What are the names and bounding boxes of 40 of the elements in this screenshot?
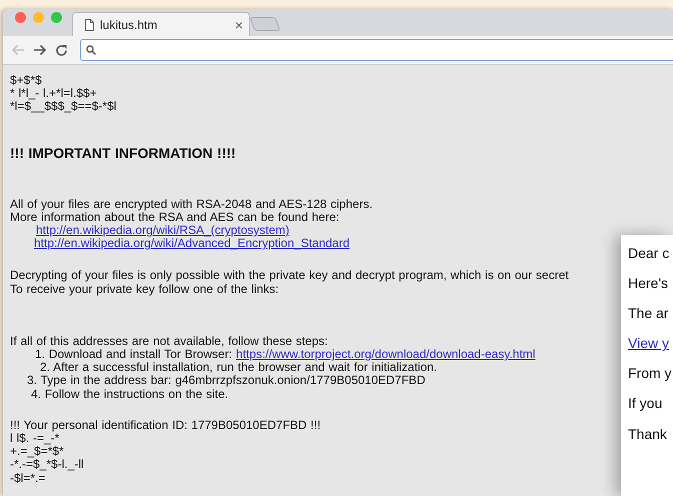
text-line: Here's [628,276,668,292]
document-icon [85,18,94,30]
text-line: All of your files are encrypted with RSA-2048 and AES-128 ciphers. [10,198,373,211]
step-text: 4. Follow the instructions on the site. [31,388,228,401]
maximize-window-button[interactable] [51,12,62,22]
reload-icon[interactable] [55,44,68,56]
close-tab-button[interactable]: × [234,16,243,32]
garbled-text: $+$*$ [10,74,42,88]
link[interactable]: http://en.wikipedia.org/wiki/RSA_(cryptosystem) [36,224,290,238]
text-line: More information about the RSA and AES can be found here: [10,210,340,224]
search-icon [86,45,96,55]
link[interactable]: http://en.wikipedia.org/wiki/Advanced_Encryption_Standard [34,237,350,250]
heading: !!! IMPORTANT INFORMATION !!!! [10,144,236,162]
garbled-text: +.=_$=*$* [10,445,64,458]
link[interactable]: View y [628,336,669,352]
garbled-text: -*.-=$_*$-l._-ll [10,458,84,472]
garbled-text: * l*l_- l.+*l=l.$$+ [10,87,97,100]
garbled-text: l l$. -=_-* [10,432,60,446]
text-line: Dear c [628,246,670,262]
step-text: 1. Download and install Tor Browser: [35,348,232,362]
text-line: If you [628,396,662,412]
tab-title: lukitus.htm [100,18,158,32]
step-text: 2. After a successful installation, run the browser and wait for initialization. [40,361,438,374]
close-window-button[interactable] [15,12,26,22]
text-line: The ar [628,306,668,322]
text-line: To receive your private key follow one of the links: [10,282,279,296]
address-bar[interactable] [80,39,673,61]
text-line: Decrypting of your files is only possible with the private key and decrypt program, which is on our secret [10,269,569,283]
new-tab-button[interactable] [249,17,281,31]
step-text: 3. Type in the address bar: g46mbrrzpfszonuk.onion/1779B05010ED7FBD [27,374,426,388]
minimize-window-button[interactable] [33,12,44,22]
garbled-text: -$l=*.= [10,472,46,485]
forward-icon[interactable] [33,44,47,56]
garbled-text: *l=$__$$$_$==$-*$l [10,100,116,114]
text-line: Thank [628,426,667,442]
text-line: !!! Your personal identification ID: 1779B05010ED7FBD !!! [10,418,321,432]
browser-tab[interactable]: lukitus.htm × [72,12,250,36]
text-line: If all of this addresses are not available, follow these steps: [10,334,328,348]
link[interactable]: https://www.torproject.org/download/download-easy.html [236,348,536,362]
text-line: From y [628,366,672,382]
